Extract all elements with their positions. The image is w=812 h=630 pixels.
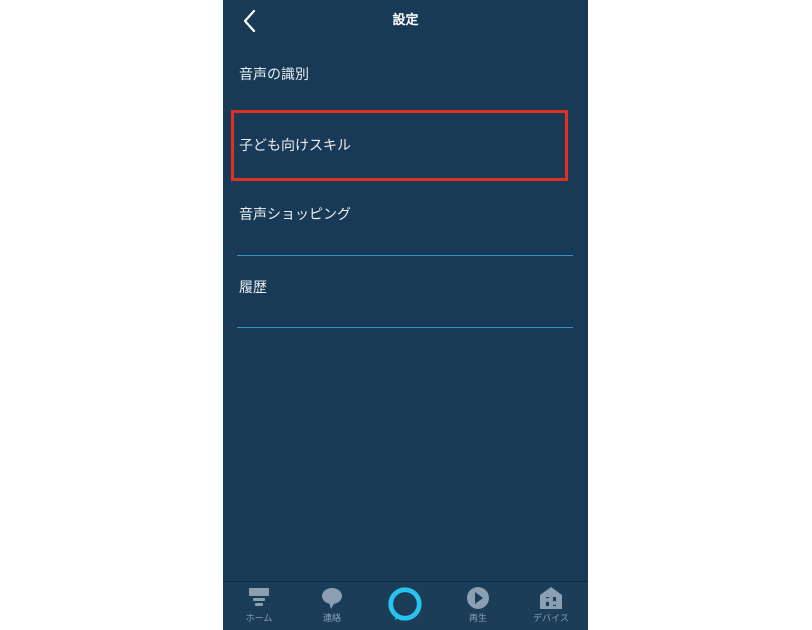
chat-bubble-icon [322, 588, 342, 609]
tab-devices[interactable]: デバイス [521, 586, 581, 630]
bottom-tab-bar: ホーム 連絡 再生 デバイス [223, 581, 588, 630]
tab-play[interactable]: 再生 [448, 586, 508, 630]
play-icon [467, 587, 489, 609]
device-house-icon [540, 587, 562, 609]
alexa-ring-icon [388, 587, 422, 621]
tab-home[interactable]: ホーム [229, 586, 289, 630]
settings-screen: 設定 音声の識別 子ども向けスキル 音声ショッピング 履歴 ホーム 連絡 再生 … [223, 0, 588, 630]
settings-item-voice-shopping[interactable]: 音声ショッピング [237, 190, 573, 256]
tab-label: デバイス [533, 614, 569, 624]
tab-label: ホーム [245, 614, 273, 624]
header-bar: 設定 [223, 0, 588, 38]
tab-label: 再生 [468, 614, 487, 624]
settings-item-label: 子ども向けスキル [239, 138, 351, 154]
page-title: 設定 [392, 13, 419, 28]
tab-label: 連絡 [322, 614, 341, 624]
settings-item-label: 音声ショッピング [239, 207, 351, 223]
tab-communicate[interactable]: 連絡 [302, 586, 362, 630]
settings-item-voice-id[interactable]: 音声の識別 [237, 52, 573, 96]
settings-item-history[interactable]: 履歴 [237, 262, 573, 328]
tab-alexa[interactable] [375, 585, 435, 629]
settings-item-label: 履歴 [239, 280, 267, 296]
settings-item-label: 音声の識別 [239, 67, 309, 83]
settings-item-kids-skills[interactable]: 子ども向けスキル [237, 122, 573, 166]
home-icon [249, 588, 269, 606]
